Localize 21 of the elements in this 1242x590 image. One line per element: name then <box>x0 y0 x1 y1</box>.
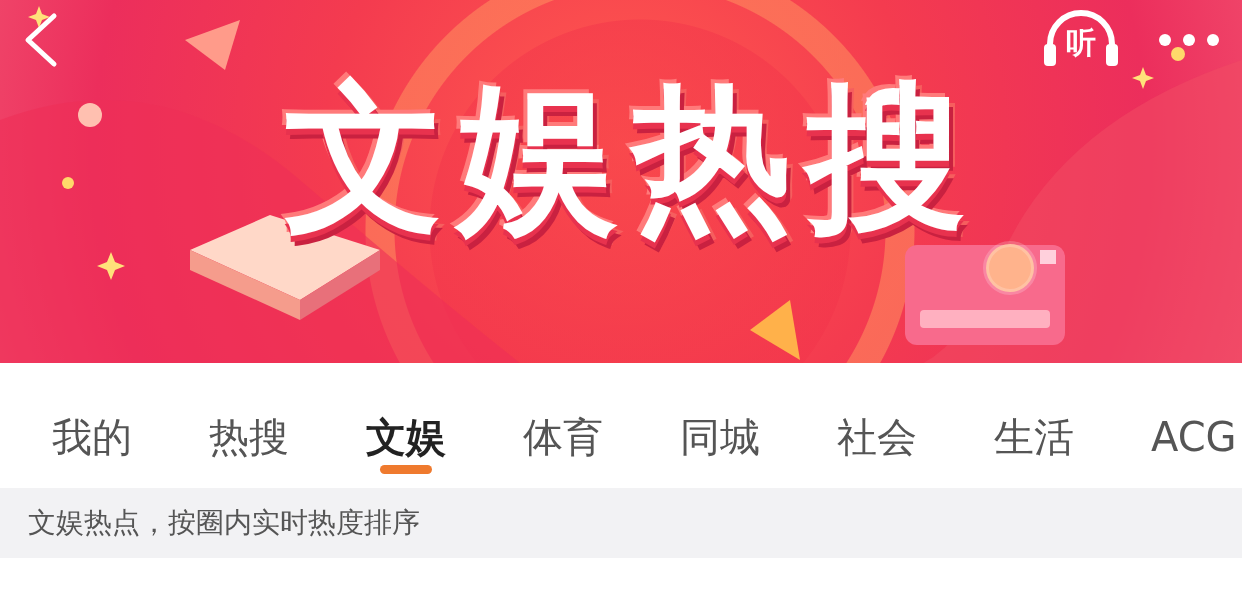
category-tab[interactable]: 体育 <box>523 363 680 475</box>
category-tab[interactable]: ACG <box>1151 363 1237 475</box>
dot-shape <box>62 177 74 189</box>
sparkle-icon <box>1132 67 1154 89</box>
triangle-shape <box>750 300 800 360</box>
category-tab[interactable]: 生活 <box>994 363 1151 475</box>
category-tab[interactable]: 同城 <box>680 363 837 475</box>
active-tab-indicator <box>380 465 432 474</box>
dot-shape <box>1171 47 1185 61</box>
sparkle-icon <box>28 6 50 28</box>
category-tab[interactable]: 文娱 <box>366 363 523 475</box>
dot-shape <box>78 103 102 127</box>
banner-title: 文娱热搜 <box>283 63 981 253</box>
triangle-shape <box>185 20 240 70</box>
more-icon[interactable] <box>1158 33 1220 47</box>
hint-text: 文娱热点，按圈内实时热度排序 <box>28 505 420 541</box>
category-tab[interactable]: 社会 <box>837 363 994 475</box>
category-tab[interactable]: 热搜 <box>209 363 366 475</box>
listen-button[interactable]: 听 <box>1042 8 1120 72</box>
sparkle-icon <box>97 252 125 280</box>
category-tab[interactable]: 我的 <box>52 363 209 475</box>
